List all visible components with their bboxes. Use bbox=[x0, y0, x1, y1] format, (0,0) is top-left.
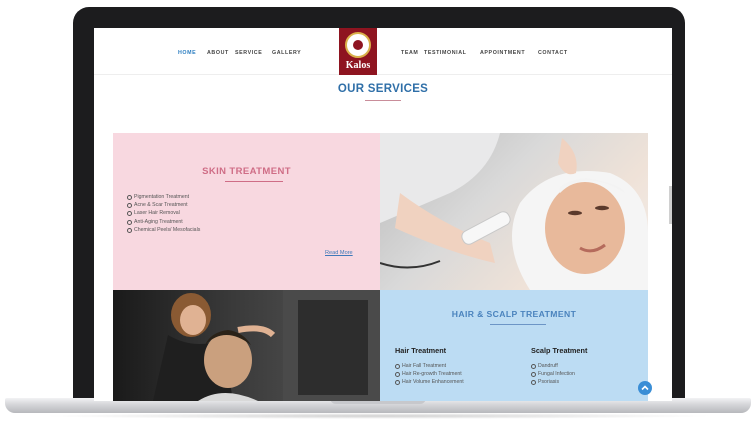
hair-treatment-list: Hair Fall Treatment Hair Re-growth Treat… bbox=[395, 362, 464, 387]
hair-treatment-illustration bbox=[153, 290, 380, 401]
facial-treatment-photo bbox=[380, 133, 648, 290]
list-item: Fungal Infection bbox=[531, 370, 575, 378]
nav-item-appointment[interactable]: APPOINTMENT bbox=[480, 50, 525, 56]
skin-treatment-title: SKIN TREATMENT bbox=[202, 166, 291, 177]
skin-treatment-list: Pigmentation Treatment Acne & Scar Treat… bbox=[127, 193, 200, 234]
list-item: Dandruff bbox=[531, 362, 575, 370]
scalp-treatment-heading: Scalp Treatment bbox=[531, 346, 588, 355]
skin-title-divider bbox=[225, 181, 283, 182]
page-scrollbar[interactable] bbox=[669, 186, 672, 224]
chevron-up-icon bbox=[641, 385, 649, 391]
list-item: Pigmentation Treatment bbox=[127, 193, 200, 201]
hair-title-divider bbox=[490, 324, 546, 325]
nav-item-contact[interactable]: CONTACT bbox=[538, 50, 568, 56]
scalp-treatment-list: Dandruff Fungal Infection Psoriasis bbox=[531, 362, 575, 387]
laptop-shadow bbox=[40, 413, 716, 419]
list-item: Hair Volume Enhancement bbox=[395, 378, 464, 386]
list-item: Hair Re-growth Treatment bbox=[395, 370, 464, 378]
nav-item-team[interactable]: TEAM bbox=[401, 50, 418, 56]
read-more-link[interactable]: Read More bbox=[325, 250, 353, 256]
nav-item-testimonial[interactable]: TESTIMONIAL bbox=[424, 50, 467, 56]
hair-treatment-heading: Hair Treatment bbox=[395, 346, 447, 355]
logo-seal-icon bbox=[345, 32, 371, 58]
scroll-to-top-button[interactable] bbox=[638, 381, 652, 395]
list-item: Acne & Scar Treatment bbox=[127, 201, 200, 209]
section-heading: OUR SERVICES bbox=[337, 83, 429, 95]
list-item: Hair Fall Treatment bbox=[395, 362, 464, 370]
list-item: Laser Hair Removal bbox=[127, 209, 200, 217]
nav-item-about[interactable]: ABOUT bbox=[207, 50, 229, 56]
logo-wordmark: Kalos bbox=[345, 60, 371, 71]
logo[interactable]: Kalos bbox=[339, 28, 377, 75]
skin-treatment-card: SKIN TREATMENT Pigmentation Treatment Ac… bbox=[113, 133, 380, 290]
hair-scalp-title: HAIR & SCALP TREATMENT bbox=[451, 309, 577, 319]
laptop-screen: HOME ABOUT SERVICE GALLERY Kalos TEAM TE… bbox=[94, 28, 672, 401]
nav-item-gallery[interactable]: GALLERY bbox=[272, 50, 301, 56]
nav-item-home[interactable]: HOME bbox=[178, 50, 196, 56]
hair-scalp-card: HAIR & SCALP TREATMENT Hair Treatment Ha… bbox=[380, 290, 648, 401]
nav-item-service[interactable]: SERVICE bbox=[235, 50, 262, 56]
list-item: Anti-Aging Treatment bbox=[127, 218, 200, 226]
nav-bar: HOME ABOUT SERVICE GALLERY Kalos TEAM TE… bbox=[94, 28, 672, 75]
hair-treatment-photo bbox=[113, 290, 380, 401]
facial-treatment-illustration bbox=[380, 133, 648, 290]
list-item: Psoriasis bbox=[531, 378, 575, 386]
list-item: Chemical Peels/ Mesofacials bbox=[127, 226, 200, 234]
heading-divider bbox=[365, 100, 401, 101]
